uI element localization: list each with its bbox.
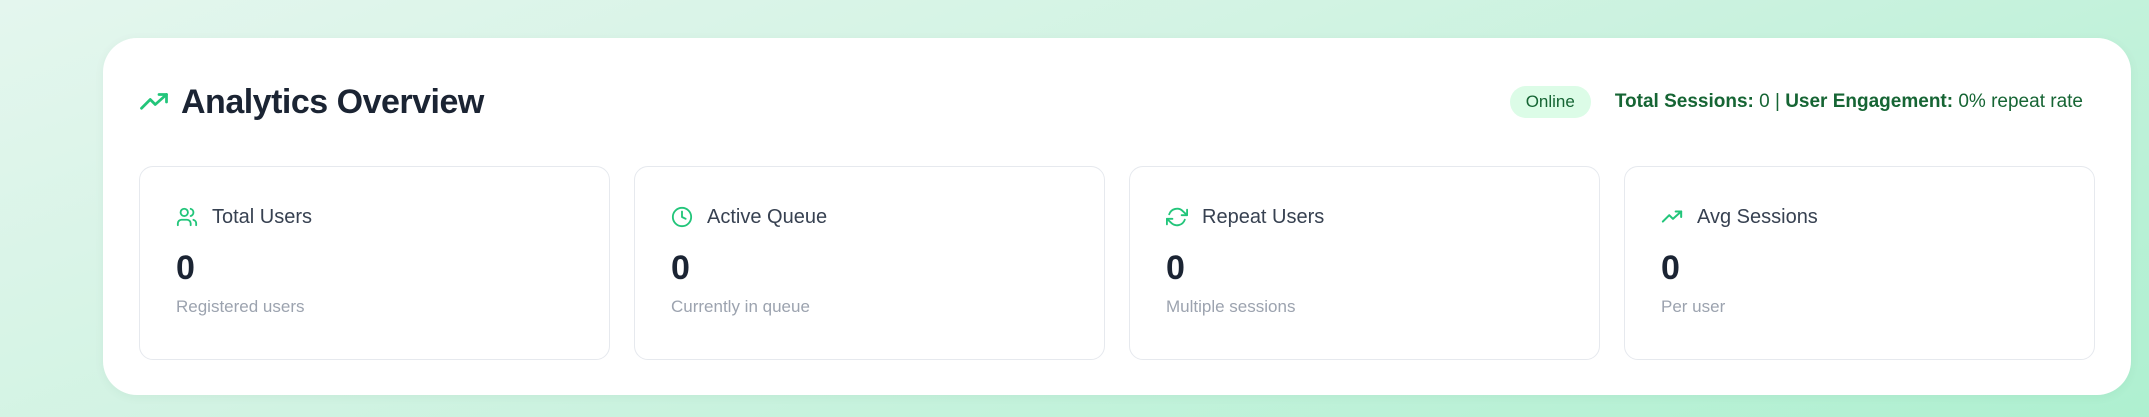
card-header: Avg Sessions: [1661, 205, 2094, 229]
card-label: Avg Sessions: [1697, 205, 1818, 228]
trending-up-icon: [139, 87, 169, 117]
trending-up-icon: [1661, 206, 1683, 228]
total-sessions-value: 0: [1759, 91, 1770, 112]
card-header: Active Queue: [671, 205, 1104, 229]
card-label: Total Users: [212, 205, 313, 228]
card-label: Repeat Users: [1202, 205, 1325, 228]
card-header: Total Users: [176, 205, 609, 229]
engagement-label: User Engagement:: [1785, 91, 1954, 112]
page-title: Analytics Overview: [181, 82, 484, 121]
card-label: Active Queue: [707, 205, 828, 228]
card-repeat-users: Repeat Users 0 Multiple sessions: [1129, 166, 1600, 360]
card-avg-sessions: Avg Sessions 0 Per user: [1624, 166, 2095, 360]
total-sessions-label: Total Sessions:: [1614, 91, 1754, 112]
status-badge: Online: [1509, 86, 1591, 118]
card-subtitle: Multiple sessions: [1166, 297, 1296, 316]
panel-header: Analytics Overview Online Total Sessions…: [139, 80, 2083, 124]
engagement-value: 0% repeat rate: [1958, 91, 2083, 112]
card-value: 0: [1661, 249, 1680, 287]
clock-icon: [671, 206, 693, 228]
card-subtitle: Registered users: [176, 297, 305, 316]
stats-separator: |: [1774, 91, 1780, 112]
users-icon: [176, 206, 198, 228]
analytics-panel: Analytics Overview Online Total Sessions…: [103, 38, 2131, 395]
title-group: Analytics Overview: [139, 83, 484, 122]
card-subtitle: Per user: [1661, 297, 1726, 316]
card-active-queue: Active Queue 0 Currently in queue: [634, 166, 1105, 360]
card-value: 0: [671, 249, 690, 287]
stat-cards: Total Users 0 Registered users Active Qu…: [139, 166, 2095, 360]
card-value: 0: [1166, 249, 1185, 287]
card-value: 0: [176, 249, 195, 287]
status-group: Online Total Sessions: 0 | User Engageme…: [1509, 86, 2083, 118]
card-subtitle: Currently in queue: [671, 297, 810, 316]
session-stats: Total Sessions: 0 | User Engagement: 0% …: [1615, 91, 2083, 113]
card-total-users: Total Users 0 Registered users: [139, 166, 610, 360]
card-header: Repeat Users: [1166, 205, 1599, 229]
refresh-icon: [1166, 206, 1188, 228]
